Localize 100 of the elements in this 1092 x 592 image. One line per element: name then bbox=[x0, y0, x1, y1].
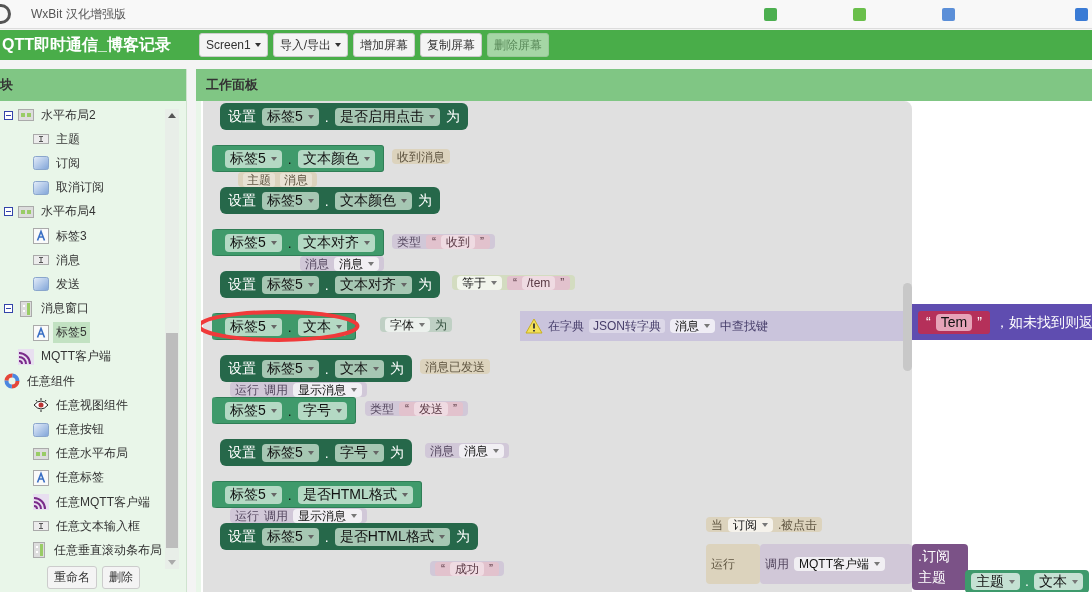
tree-item[interactable]: MQTT客户端 bbox=[38, 346, 114, 368]
code-block[interactable]: 等于 “ /tem ” bbox=[452, 275, 576, 290]
code-block[interactable]: 类型 “ 收到 ” bbox=[392, 234, 495, 249]
string-field[interactable]: /tem bbox=[522, 275, 556, 290]
block-dropdown[interactable]: 标签5 bbox=[262, 359, 319, 378]
toolbar-button[interactable]: 导入/导出 bbox=[272, 33, 349, 57]
code-block[interactable]: 运行 调用 显示消息 bbox=[230, 508, 367, 523]
block-dropdown[interactable]: 标签5 bbox=[262, 527, 319, 546]
tree-item[interactable]: 水平布局4 bbox=[38, 201, 99, 223]
setter-block[interactable]: 设置 标签5 . 文本颜色 为 bbox=[220, 187, 440, 214]
toolbar-button[interactable]: Screen1 bbox=[199, 33, 268, 57]
code-block[interactable]: 调用 MQTT客户端 bbox=[760, 544, 912, 584]
tree-item[interactable]: 水平布局2 bbox=[38, 104, 99, 126]
block-dropdown[interactable]: 文本颜色 bbox=[334, 191, 412, 210]
block-dropdown[interactable]: 标签5 bbox=[262, 107, 319, 126]
block-dropdown[interactable]: 标签5 bbox=[262, 275, 319, 294]
block-dropdown[interactable]: 字号 bbox=[334, 443, 384, 462]
block-dropdown[interactable]: 文本对齐 bbox=[334, 275, 412, 294]
block-dropdown[interactable]: 标签5 bbox=[262, 191, 319, 210]
code-block[interactable]: 当 订阅 .被点击 bbox=[706, 517, 823, 532]
block-dropdown[interactable]: 是否启用点击 bbox=[334, 107, 440, 126]
code-block[interactable]: 收到消息 bbox=[392, 149, 450, 164]
tree-item[interactable]: 任意文本输入框 bbox=[53, 515, 143, 537]
block-dropdown[interactable]: 文本 bbox=[297, 317, 347, 336]
block-dropdown[interactable]: 标签5 bbox=[225, 233, 282, 252]
collapse-icon[interactable] bbox=[4, 110, 13, 120]
code-block[interactable]: 运行 调用 显示消息 bbox=[230, 382, 367, 397]
code-block[interactable]: 运行 bbox=[706, 544, 760, 584]
tree-item[interactable]: 标签3 bbox=[53, 225, 90, 247]
code-block[interactable]: “ Tem ” ，如未找到则返 bbox=[912, 304, 1092, 340]
menu-icon[interactable] bbox=[1075, 7, 1088, 21]
menu-icon[interactable] bbox=[853, 7, 866, 21]
setter-block[interactable]: 设置 标签5 . 字号 为 bbox=[220, 439, 412, 466]
menu-icon[interactable] bbox=[942, 7, 955, 21]
tree-item[interactable]: 订阅 bbox=[53, 152, 83, 174]
block-dropdown[interactable]: 显示消息 bbox=[293, 508, 362, 523]
block-dropdown[interactable]: 字体 bbox=[385, 317, 430, 332]
tree-item[interactable]: 任意视图组件 bbox=[53, 394, 131, 416]
code-block[interactable]: “ 成功 ” bbox=[430, 561, 504, 576]
block-dropdown[interactable]: 文本 bbox=[334, 359, 384, 378]
setter-block[interactable]: 设置 标签5 . 文本对齐 为 bbox=[220, 271, 440, 298]
block-dropdown[interactable]: 是否HTML格式 bbox=[297, 485, 413, 504]
getter-block[interactable]: 标签5 . 文本对齐 bbox=[212, 229, 384, 256]
code-block[interactable]: 主题 消息 bbox=[238, 172, 317, 187]
block-dropdown[interactable]: 是否HTML格式 bbox=[334, 527, 450, 546]
code-block[interactable]: .订阅 主题 bbox=[912, 544, 968, 590]
tree-item[interactable]: 消息窗口 bbox=[38, 298, 92, 320]
block-dropdown[interactable]: 消息 bbox=[334, 256, 379, 271]
block-dropdown[interactable]: 主题 bbox=[971, 573, 1020, 590]
code-block[interactable]: 主题 . 文本 bbox=[965, 570, 1089, 592]
setter-block[interactable]: 设置 标签5 . 是否启用点击 为 bbox=[220, 103, 468, 130]
tree-item[interactable]: 消息 bbox=[53, 249, 83, 271]
block-dropdown[interactable]: 消息 bbox=[459, 443, 504, 458]
block-dropdown[interactable]: 字号 bbox=[297, 401, 347, 420]
collapse-icon[interactable] bbox=[4, 304, 13, 314]
block-dropdown[interactable]: MQTT客户端 bbox=[794, 557, 885, 571]
code-block[interactable]: 消息 消息 bbox=[425, 443, 509, 458]
block-dropdown[interactable]: 标签5 bbox=[225, 149, 282, 168]
tree-item[interactable]: 任意组件 bbox=[24, 370, 78, 392]
block-dropdown[interactable]: 文本颜色 bbox=[297, 149, 375, 168]
tree-item[interactable]: 标签5 bbox=[53, 322, 90, 344]
toolbar-button[interactable]: 复制屏幕 bbox=[420, 33, 483, 57]
string-field[interactable]: Tem bbox=[935, 313, 973, 331]
setter-block[interactable]: 设置 标签5 . 是否HTML格式 为 bbox=[220, 523, 478, 550]
scrollbar[interactable] bbox=[903, 283, 912, 371]
tree-item[interactable]: 任意垂直滚动条布局 bbox=[51, 539, 165, 561]
getter-block[interactable]: 标签5 . 文本颜色 bbox=[212, 145, 384, 172]
string-field[interactable]: 发送 bbox=[414, 401, 448, 416]
toolbar-button[interactable]: 增加屏幕 bbox=[353, 33, 416, 57]
tree-item[interactable]: 取消订阅 bbox=[53, 177, 107, 199]
block-dropdown[interactable]: 标签5 bbox=[225, 317, 282, 336]
string-field[interactable]: 收到 bbox=[441, 234, 475, 249]
block-dropdown[interactable]: 显示消息 bbox=[293, 382, 362, 397]
tree-item[interactable]: 任意水平布局 bbox=[53, 443, 131, 465]
collapse-icon[interactable] bbox=[4, 207, 13, 217]
block-dropdown[interactable]: 标签5 bbox=[262, 443, 319, 462]
block-label: 收到消息 bbox=[397, 149, 445, 164]
tree-item[interactable]: 任意MQTT客户端 bbox=[53, 491, 153, 513]
code-block[interactable]: 类型 “ 发送 ” bbox=[365, 401, 468, 416]
block-dropdown[interactable]: 等于 bbox=[457, 275, 502, 290]
scrollbar[interactable] bbox=[165, 109, 179, 569]
block-dropdown[interactable]: 文本对齐 bbox=[297, 233, 375, 252]
getter-block[interactable]: 标签5 . 字号 bbox=[212, 397, 356, 424]
tree-item[interactable]: 发送 bbox=[53, 273, 83, 295]
tree-item[interactable]: 任意按钮 bbox=[53, 419, 107, 441]
sidebar-button[interactable]: 删除 bbox=[101, 566, 140, 589]
tree-item[interactable]: 任意标签 bbox=[53, 467, 107, 489]
block-dropdown[interactable]: 标签5 bbox=[225, 401, 282, 420]
block-dropdown[interactable]: 消息 bbox=[670, 319, 715, 333]
setter-block[interactable]: 设置 标签5 . 文本 为 bbox=[220, 355, 412, 382]
menu-icon[interactable] bbox=[764, 7, 777, 21]
tree-item[interactable]: 主题 bbox=[53, 128, 83, 150]
code-block[interactable]: 消息 消息 bbox=[300, 256, 384, 271]
sidebar-button[interactable]: 重命名 bbox=[46, 566, 97, 589]
string-field[interactable]: 成功 bbox=[450, 561, 484, 576]
code-block[interactable]: 字体 为 bbox=[380, 317, 452, 332]
block-dropdown[interactable]: 订阅 bbox=[728, 517, 773, 532]
block-dropdown[interactable]: 文本 bbox=[1033, 573, 1083, 590]
getter-block[interactable]: 标签5 . 是否HTML格式 bbox=[212, 481, 422, 508]
block-dropdown[interactable]: 标签5 bbox=[225, 485, 282, 504]
